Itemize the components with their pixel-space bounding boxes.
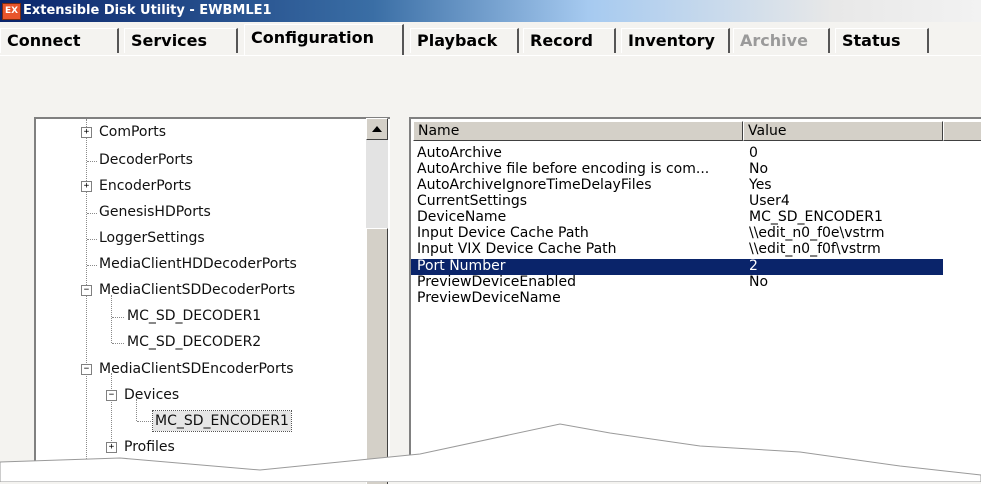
- tree-item-mc-sd-decoder2[interactable]: MC_SD_DECODER2: [127, 332, 261, 352]
- collapse-icon[interactable]: −: [106, 390, 117, 401]
- grid-row[interactable]: AutoArchiveIgnoreTimeDelayFiles Yes: [411, 178, 943, 193]
- tab-configuration[interactable]: Configuration: [244, 24, 404, 56]
- property-value: No: [749, 275, 769, 290]
- collapse-icon[interactable]: −: [81, 285, 92, 296]
- property-value: User4: [749, 194, 790, 209]
- property-value: 0: [749, 146, 758, 161]
- grid-row[interactable]: PreviewDeviceEnabled No: [411, 275, 943, 290]
- grid-row[interactable]: Input Device Cache Path \\edit_n0_f0e\vs…: [411, 226, 943, 241]
- tree-item-mediaclientsddecoderports[interactable]: MediaClientSDDecoderPorts: [99, 280, 295, 300]
- tree-item-encoderports[interactable]: EncoderPorts: [99, 176, 191, 196]
- tree-connector-line: [112, 343, 124, 344]
- expand-icon[interactable]: +: [106, 442, 117, 453]
- column-header-name[interactable]: Name: [413, 121, 743, 141]
- tab-panel-divider: [0, 55, 981, 56]
- tab-inventory[interactable]: Inventory: [621, 28, 730, 53]
- tab-connect[interactable]: Connect: [0, 28, 119, 53]
- tree-connector-line: [87, 213, 97, 214]
- property-name: Input VIX Device Cache Path: [417, 242, 617, 257]
- property-value: \\edit_n0_f0f\vstrm: [749, 242, 881, 257]
- grid-row[interactable]: Input VIX Device Cache Path \\edit_n0_f0…: [411, 242, 943, 257]
- grid-row[interactable]: PreviewDeviceName: [411, 291, 943, 306]
- grid-row[interactable]: CurrentSettings User4: [411, 194, 943, 209]
- column-header-filler: [943, 121, 981, 141]
- configuration-tree[interactable]: + ComPorts DecoderPorts + EncoderPorts G…: [34, 117, 390, 482]
- property-name: AutoArchiveIgnoreTimeDelayFiles: [417, 178, 652, 193]
- grid-row[interactable]: AutoArchive file before encoding is com.…: [411, 162, 943, 177]
- window-title-bar[interactable]: EX Extensible Disk Utility - EWBMLE1: [0, 0, 981, 22]
- app-icon: EX: [2, 3, 21, 20]
- tree-scrollbar[interactable]: [366, 118, 388, 484]
- tree-item-partial[interactable]: M...: [99, 463, 121, 482]
- property-name: AutoArchive: [417, 146, 502, 161]
- property-value: Yes: [749, 178, 772, 193]
- grid-row[interactable]: DeviceName MC_SD_ENCODER1: [411, 210, 943, 225]
- property-value: MC_SD_ENCODER1: [749, 210, 883, 225]
- tree-item-loggersettings[interactable]: LoggerSettings: [99, 228, 205, 248]
- tree-connector-line: [111, 295, 112, 343]
- tab-status[interactable]: Status: [835, 28, 929, 53]
- arrow-up-icon: [372, 126, 382, 132]
- tree-item-profiles[interactable]: Profiles: [124, 437, 175, 457]
- property-name: Input Device Cache Path: [417, 226, 589, 241]
- grid-row-selected[interactable]: Port Number 2: [411, 259, 943, 275]
- expand-icon[interactable]: +: [81, 181, 92, 192]
- tree-item-mc-sd-encoder1[interactable]: MC_SD_ENCODER1: [152, 410, 292, 432]
- tree-item-genesishdports[interactable]: GenesisHDPorts: [99, 202, 211, 222]
- property-value: 2: [749, 259, 758, 274]
- property-name: CurrentSettings: [417, 194, 528, 209]
- tab-services[interactable]: Services: [124, 28, 238, 53]
- tree-item-mc-sd-decoder1[interactable]: MC_SD_DECODER1: [127, 306, 261, 326]
- tree-connector-line: [87, 161, 97, 162]
- grid-row[interactable]: AutoArchive 0: [411, 146, 943, 161]
- properties-grid[interactable]: Name Value AutoArchive 0 AutoArchive fil…: [409, 117, 981, 482]
- property-value: No: [749, 162, 769, 177]
- tab-record[interactable]: Record: [523, 28, 616, 53]
- expand-icon[interactable]: +: [81, 468, 92, 479]
- tree-item-comports[interactable]: ComPorts: [99, 122, 166, 142]
- tree-item-mediaclienthddecoderports[interactable]: MediaClientHDDecoderPorts: [99, 254, 297, 274]
- tree-connector-line: [86, 119, 87, 481]
- property-name: PreviewDeviceName: [417, 291, 561, 306]
- property-name: DeviceName: [417, 210, 507, 225]
- tree-connector-line: [87, 239, 97, 240]
- scroll-thumb[interactable]: [366, 228, 388, 484]
- expand-icon[interactable]: +: [81, 127, 92, 138]
- tree-connector-line: [137, 421, 151, 422]
- property-name: PreviewDeviceEnabled: [417, 275, 576, 290]
- tree-item-mediaclientsdencoderports[interactable]: MediaClientSDEncoderPorts: [99, 359, 294, 379]
- tree-connector-line: [111, 373, 112, 453]
- tab-playback[interactable]: Playback: [410, 28, 519, 53]
- property-value: \\edit_n0_f0e\vstrm: [749, 226, 885, 241]
- window-title: Extensible Disk Utility - EWBMLE1: [23, 3, 272, 18]
- tab-archive: Archive: [733, 28, 830, 53]
- property-name: Port Number: [417, 259, 506, 274]
- property-name: AutoArchive file before encoding is com.…: [417, 162, 710, 177]
- column-header-value[interactable]: Value: [743, 121, 943, 141]
- tree-item-devices[interactable]: Devices: [124, 385, 179, 405]
- collapse-icon[interactable]: −: [81, 364, 92, 375]
- tree-connector-line: [112, 317, 124, 318]
- scroll-up-button[interactable]: [366, 118, 388, 140]
- tree-item-decoderports[interactable]: DecoderPorts: [99, 150, 193, 170]
- tree-connector-line: [87, 265, 97, 266]
